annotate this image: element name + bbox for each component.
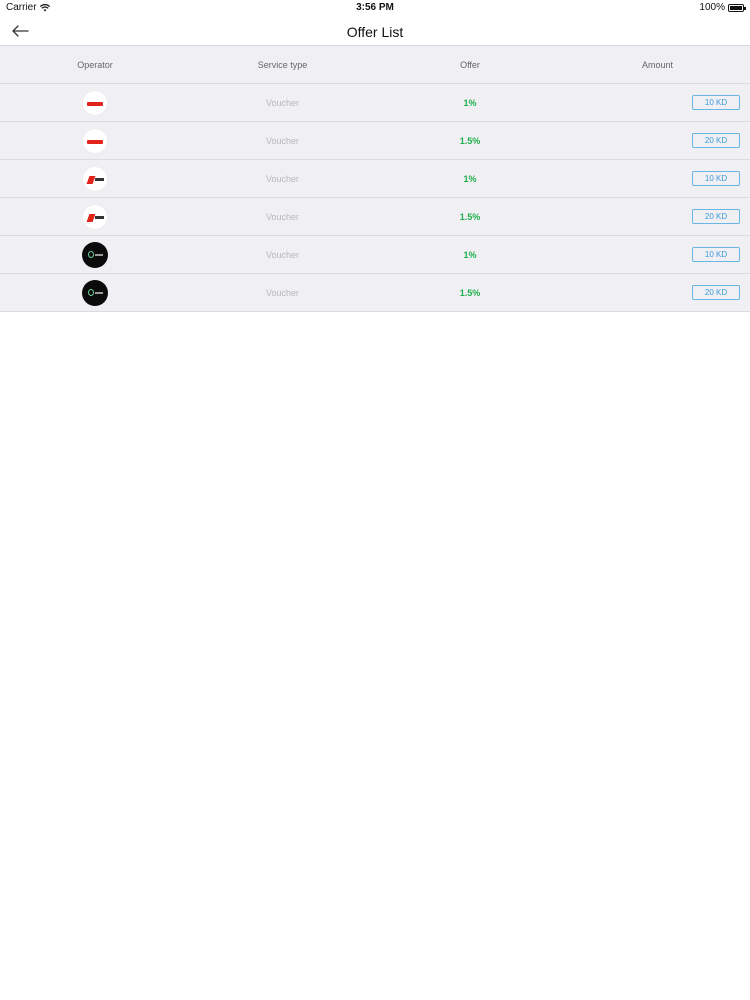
offer-cell: 1% — [463, 173, 477, 184]
amount-button[interactable]: 10 KD — [692, 171, 740, 186]
amount-button[interactable]: 10 KD — [692, 247, 740, 262]
status-right: 100% — [699, 2, 746, 13]
operator-cell — [0, 89, 190, 116]
table-row[interactable]: Voucher 1% 10 KD — [0, 236, 750, 274]
amount-cell: 20 KD — [565, 133, 750, 148]
status-time: 3:56 PM — [356, 2, 394, 13]
offer-cell: 1.5% — [459, 287, 481, 298]
amount-button[interactable]: 20 KD — [692, 209, 740, 224]
amount-button[interactable]: 10 KD — [692, 95, 740, 110]
amount-cell: 20 KD — [565, 285, 750, 300]
table-row[interactable]: Voucher 1.5% 20 KD — [0, 198, 750, 236]
amount-cell: 20 KD — [565, 209, 750, 224]
service-type-cell: Voucher — [265, 97, 300, 108]
service-type-cell: Voucher — [265, 287, 300, 298]
amount-cell: 10 KD — [565, 171, 750, 186]
operator-cell — [0, 203, 190, 230]
header-service-type: Service type — [257, 59, 308, 70]
service-type-cell: Voucher — [265, 211, 300, 222]
service-type-cell: Voucher — [265, 173, 300, 184]
amount-cell: 10 KD — [565, 95, 750, 110]
ooredoo-logo-icon — [82, 89, 108, 116]
operator-cell — [0, 165, 190, 192]
table-row[interactable]: Voucher 1% 10 KD — [0, 160, 750, 198]
page-title: Offer List — [346, 24, 404, 40]
table-header: Operator Service type Offer Amount — [0, 46, 750, 84]
table-row[interactable]: Voucher 1% 10 KD — [0, 84, 750, 122]
service-type-cell: Voucher — [265, 249, 300, 260]
offer-cell: 1.5% — [459, 211, 481, 222]
operator-cell — [0, 127, 190, 154]
status-bar: Carrier 3:56 PM 100% — [0, 0, 750, 16]
battery-percent: 100% — [699, 2, 725, 13]
battery-icon — [728, 3, 746, 12]
zain-logo-icon — [82, 241, 108, 268]
header-offer: Offer — [460, 59, 480, 70]
operator-cell — [0, 279, 190, 306]
zain-logo-icon — [82, 279, 108, 306]
service-type-cell: Voucher — [265, 135, 300, 146]
amount-cell: 10 KD — [565, 247, 750, 262]
viva-logo-icon — [82, 203, 108, 230]
offer-cell: 1% — [463, 249, 477, 260]
table-row[interactable]: Voucher 1.5% 20 KD — [0, 122, 750, 160]
navigation-bar: Offer List — [0, 16, 750, 46]
table-row[interactable]: Voucher 1.5% 20 KD — [0, 274, 750, 312]
operator-cell — [0, 241, 190, 268]
offer-cell: 1% — [463, 97, 477, 108]
viva-logo-icon — [82, 165, 108, 192]
amount-button[interactable]: 20 KD — [692, 133, 740, 148]
ooredoo-logo-icon — [82, 127, 108, 154]
amount-button[interactable]: 20 KD — [692, 285, 740, 300]
header-operator: Operator — [77, 59, 113, 70]
offer-cell: 1.5% — [459, 135, 481, 146]
offer-table: Operator Service type Offer Amount Vouch… — [0, 46, 750, 312]
header-amount: Amount — [641, 59, 674, 70]
